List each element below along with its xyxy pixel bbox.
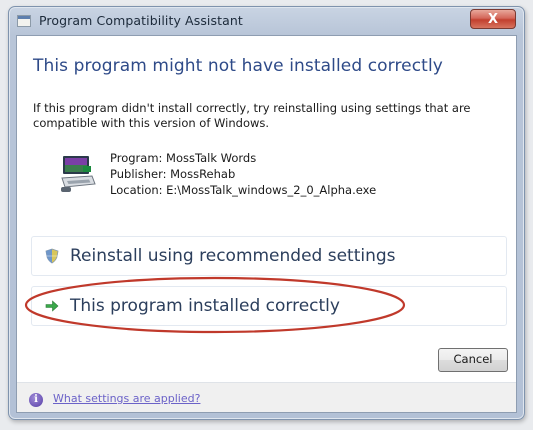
info-icon: i: [29, 393, 43, 407]
reinstall-option-label: Reinstall using recommended settings: [70, 246, 396, 266]
program-icon: [61, 156, 96, 192]
installed-option-label: This program installed correctly: [70, 296, 340, 316]
cancel-button[interactable]: Cancel: [438, 348, 508, 372]
program-publisher: Publisher: MossRehab: [110, 167, 236, 181]
green-arrow-icon: [45, 300, 59, 312]
program-name: Program: MossTalk Words: [110, 151, 257, 165]
description-text: If this program didn't install correctly…: [33, 101, 471, 130]
main-heading: This program might not have installed co…: [33, 56, 443, 76]
title-bar[interactable]: Program Compatibility Assistant X: [9, 7, 524, 35]
installed-correctly-option[interactable]: This program installed correctly: [31, 286, 507, 326]
shield-icon: [45, 248, 59, 264]
compatibility-dialog: Program Compatibility Assistant X This p…: [8, 6, 525, 420]
footer-bar: i What settings are applied?: [17, 383, 516, 412]
program-location: Location: E:\MossTalk_windows_2_0_Alpha.…: [110, 183, 377, 197]
window-title: Program Compatibility Assistant: [39, 13, 243, 28]
close-button[interactable]: X: [470, 9, 516, 29]
reinstall-recommended-option[interactable]: Reinstall using recommended settings: [31, 236, 507, 276]
dialog-body: This program might not have installed co…: [16, 35, 517, 413]
program-details: Program: MossTalk Words Publisher: MossR…: [110, 150, 376, 198]
settings-help-link[interactable]: What settings are applied?: [53, 392, 200, 405]
window-app-icon: [17, 15, 31, 27]
